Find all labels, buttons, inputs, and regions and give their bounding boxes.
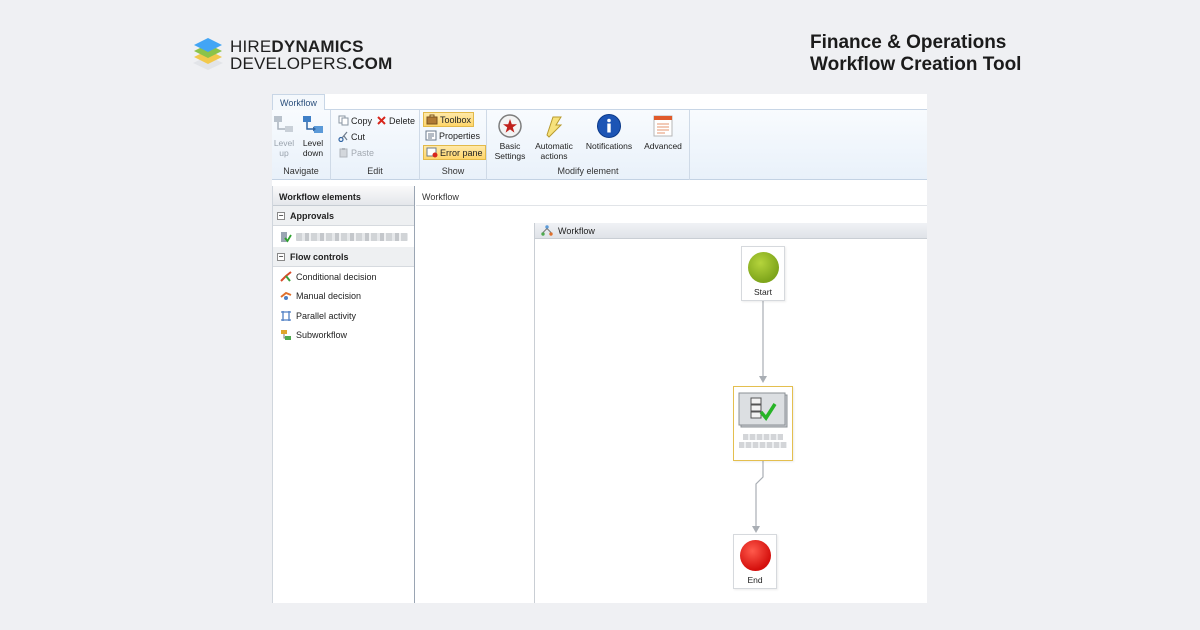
ribbon: Level up Level down Navigate Copy Delete…	[272, 110, 927, 180]
page-title-line-1: Finance & Operations	[810, 32, 1007, 53]
page-title-line-2: Workflow Creation Tool	[810, 54, 1022, 75]
end-node-label: End	[747, 575, 763, 585]
layers-logo-icon	[192, 38, 224, 72]
cut-label: Cut	[351, 131, 366, 142]
copy-icon	[338, 115, 349, 126]
copy-button[interactable]: Copy	[336, 113, 374, 128]
start-node-label: Start	[754, 287, 772, 297]
error-pane-icon	[426, 147, 438, 158]
approvals-section-header[interactable]: − Approvals	[273, 206, 414, 226]
flow-controls-section-title: Flow controls	[290, 251, 349, 262]
level-up-label-2: up	[279, 148, 289, 158]
level-up-button[interactable]: Level up	[272, 114, 296, 158]
approval-element-item[interactable]	[273, 226, 414, 247]
copy-label: Copy	[351, 115, 373, 126]
blurred-approval-name	[296, 232, 408, 241]
tab-workflow[interactable]: Workflow	[272, 94, 325, 111]
collapse-icon[interactable]: −	[277, 211, 285, 220]
basic-settings-label-1: Basic	[499, 141, 521, 151]
workflow-elements-title: Workflow elements	[273, 186, 414, 206]
manual-decision-label: Manual decision	[296, 291, 362, 302]
brand-wordmark: HIREDYNAMICS DEVELOPERS.COM	[230, 38, 392, 72]
level-up-label-1: Level	[273, 138, 295, 148]
basic-settings-icon	[498, 114, 522, 138]
flow-controls-section-header[interactable]: − Flow controls	[273, 247, 414, 267]
show-group-label: Show	[441, 166, 465, 176]
approval-task-icon	[738, 392, 788, 428]
workflow-canvas[interactable]: Workflow Start End	[534, 223, 927, 603]
list-item-conditional-decision[interactable]: Conditional decision	[273, 267, 414, 287]
ribbon-tabbar: Workflow	[272, 94, 927, 111]
ribbon-group-navigate: Level up Level down Navigate	[272, 110, 331, 180]
error-pane-label: Error pane	[440, 147, 483, 158]
subworkflow-icon	[281, 330, 291, 341]
parallel-activity-label: Parallel activity	[296, 310, 357, 321]
modify-element-group-label: Modify element	[557, 166, 619, 176]
basic-settings-button[interactable]: Basic Settings	[492, 113, 528, 161]
approvals-section-title: Approvals	[290, 210, 335, 221]
toolbox-icon	[426, 114, 438, 125]
basic-settings-label-2: Settings	[494, 151, 526, 161]
properties-icon	[425, 130, 437, 141]
blurred-approval-node-label	[743, 434, 783, 440]
automatic-actions-label-2: actions	[540, 151, 568, 161]
page-title: Finance & Operations Workflow Creation T…	[810, 32, 1021, 76]
level-down-label-2: down	[302, 148, 324, 158]
workflow-editor-window: Workflow Level up Level down Navigate Co…	[272, 94, 927, 603]
brand-sub-thin: DEVELOPERS	[230, 54, 348, 73]
edit-group-label: Edit	[367, 166, 383, 176]
level-down-label-1: Level	[302, 138, 324, 148]
delete-button[interactable]: Delete	[374, 113, 417, 128]
delete-label: Delete	[389, 115, 416, 126]
start-circle-icon	[747, 252, 779, 283]
end-circle-icon	[739, 540, 771, 571]
scissors-icon	[338, 131, 348, 142]
subworkflow-label: Subworkflow	[296, 330, 348, 341]
cut-button[interactable]: Cut	[336, 129, 367, 144]
collapse-icon[interactable]: −	[277, 252, 285, 261]
ribbon-group-show: Toolbox Properties Error pane Show	[420, 110, 487, 180]
list-item-parallel-activity[interactable]: Parallel activity	[273, 306, 414, 326]
advanced-icon	[653, 115, 673, 137]
list-item-subworkflow[interactable]: Subworkflow	[273, 326, 414, 346]
approval-node[interactable]	[733, 386, 793, 461]
manual-decision-icon	[280, 292, 292, 301]
workflow-elements-pane: Workflow elements − Approvals − Flow con…	[272, 186, 415, 603]
error-pane-button[interactable]: Error pane	[423, 145, 486, 160]
workflow-connectors	[752, 301, 767, 533]
properties-label: Properties	[439, 130, 481, 141]
approval-icon	[281, 231, 292, 243]
automatic-actions-label-1: Automatic	[535, 141, 573, 151]
parallel-activity-icon	[281, 310, 291, 321]
end-node[interactable]: End	[733, 534, 777, 589]
ribbon-group-modify-element: Basic Settings Automatic actions Notific…	[487, 110, 690, 180]
automatic-actions-button[interactable]: Automatic actions	[532, 113, 576, 161]
delete-icon	[377, 116, 386, 125]
level-down-icon	[303, 116, 323, 133]
conditional-decision-label: Conditional decision	[296, 271, 377, 282]
level-down-button[interactable]: Level down	[298, 114, 328, 158]
ribbon-group-edit: Copy Delete Cut Paste Edit	[331, 110, 420, 180]
properties-button[interactable]: Properties	[423, 128, 482, 143]
brand-sub-bold: .COM	[347, 54, 393, 73]
start-node[interactable]: Start	[741, 246, 785, 301]
lightning-icon	[546, 116, 563, 138]
paste-icon	[339, 148, 348, 158]
advanced-button[interactable]: Advanced	[641, 113, 685, 151]
paste-button[interactable]: Paste	[336, 145, 376, 160]
conditional-decision-icon	[280, 270, 292, 282]
navigate-group-label: Navigate	[283, 166, 319, 176]
brand-logo: HIREDYNAMICS DEVELOPERS.COM	[192, 38, 392, 72]
level-up-icon	[274, 116, 293, 132]
toolbox-label: Toolbox	[440, 114, 472, 125]
breadcrumb: Workflow	[416, 186, 927, 206]
list-item-manual-decision[interactable]: Manual decision	[273, 287, 414, 307]
advanced-label: Advanced	[644, 141, 682, 151]
paste-label: Paste	[351, 147, 375, 158]
blurred-approval-node-label	[739, 442, 787, 448]
notifications-label: Notifications	[585, 141, 633, 151]
toolbox-button[interactable]: Toolbox	[423, 112, 475, 127]
notifications-button[interactable]: Notifications	[581, 113, 637, 151]
info-icon	[597, 114, 621, 138]
